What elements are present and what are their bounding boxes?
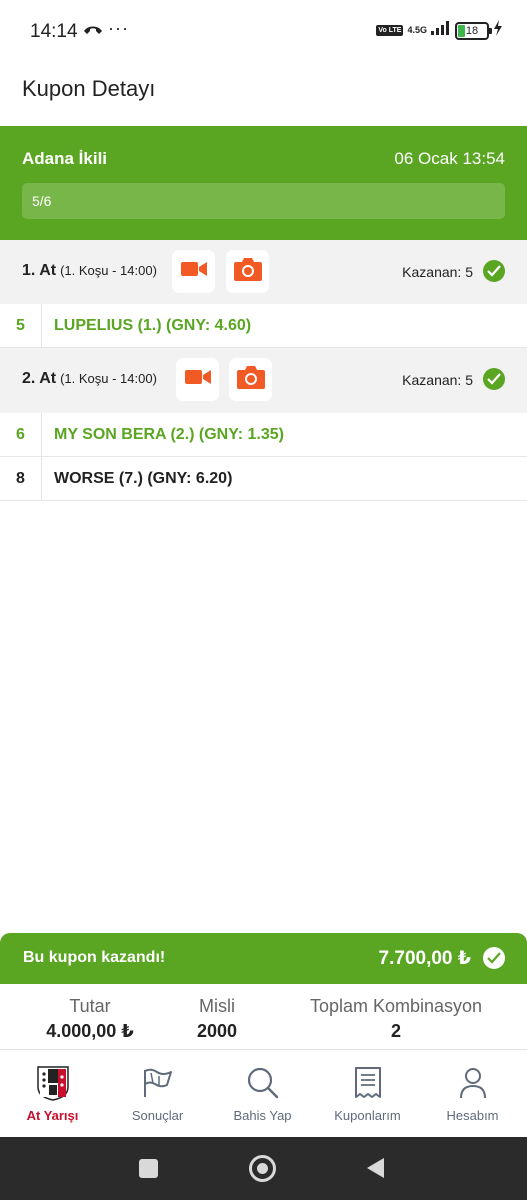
- horse-number: 6: [0, 413, 42, 456]
- leg-header: 2. At (1. Koşu - 14:00) Kazanan: 5: [0, 348, 527, 414]
- stat-label: Tutar: [69, 996, 111, 1016]
- network-type: 4.5G: [407, 25, 427, 35]
- leg-title: 2. At (1. Koşu - 14:00): [22, 370, 157, 388]
- recent-apps-button[interactable]: [139, 1159, 158, 1178]
- photo-finish-button[interactable]: [229, 358, 272, 401]
- nav-label: At Yarışı: [26, 1108, 79, 1123]
- nav-item-at-yarisi[interactable]: At Yarışı: [0, 1051, 105, 1137]
- photo-finish-button[interactable]: [226, 250, 269, 293]
- flag-icon: [140, 1065, 176, 1101]
- coupon-name: Adana İkili: [22, 149, 108, 168]
- battery-icon: 18: [455, 21, 492, 40]
- leg-race-info: (1. Koşu - 14:00): [60, 263, 157, 278]
- call-icon: [82, 22, 104, 41]
- video-button[interactable]: [172, 250, 215, 293]
- horse-name: LUPELIUS (1.) (GNY: 4.60): [54, 317, 252, 334]
- status-indicators: Vo LTE 4.5G 18: [376, 20, 503, 41]
- nav-item-sonuclar[interactable]: Sonuçlar: [105, 1051, 210, 1137]
- winning-amount: 7.700,00 ₺: [378, 948, 471, 969]
- nav-item-hesabim[interactable]: Hesabım: [420, 1051, 525, 1137]
- stat-value: 2: [390, 1021, 401, 1041]
- leg-winner-text: Kazanan: 5: [402, 372, 473, 388]
- bottom-navigation: At Yarışı Sonuçlar Bahis Yap Kuponlarım …: [0, 1051, 527, 1137]
- battery-level: 18: [465, 24, 479, 37]
- stat-value: 2000: [196, 1021, 238, 1041]
- stat-amount: Tutar 4.000,00 ₺: [20, 996, 160, 1042]
- status-time: 14:14: [30, 21, 78, 42]
- nav-label: Hesabım: [446, 1108, 499, 1123]
- volte-icon: Vo LTE: [376, 25, 404, 36]
- coupon-won-label: Bu kupon kazandı!: [23, 949, 166, 966]
- coupon-detail-screen: 14:14 ··· Vo LTE 4.5G 18 Kupon Detayı Ad…: [0, 0, 527, 1200]
- stat-multiplier: Misli 2000: [167, 996, 267, 1042]
- stat-combinations: Toplam Kombinasyon 2: [291, 996, 501, 1042]
- leg-won-check-icon: [483, 260, 505, 282]
- horse-name: MY SON BERA (2.) (GNY: 1.35): [54, 426, 284, 443]
- charging-icon: [493, 20, 503, 41]
- nav-label: Bahis Yap: [233, 1108, 292, 1123]
- leg-title: 1. At (1. Koşu - 14:00): [22, 262, 157, 280]
- camera-icon: [233, 256, 263, 287]
- video-button[interactable]: [176, 358, 219, 401]
- stat-label: Toplam Kombinasyon: [309, 996, 483, 1016]
- status-bar: 14:14 ··· Vo LTE 4.5G 18: [0, 0, 527, 62]
- leg-won-check-icon: [483, 368, 505, 390]
- horse-row: 6 MY SON BERA (2.) (GNY: 1.35): [0, 413, 527, 457]
- stat-value: 4.000,00 ₺: [46, 1021, 134, 1041]
- coupon-progress-text: 5/6: [32, 193, 52, 209]
- user-icon: [455, 1065, 491, 1101]
- leg-header: 1. At (1. Koşu - 14:00) Kazanan: 5: [0, 240, 527, 306]
- coupon-stats: Tutar 4.000,00 ₺ Misli 2000 Toplam Kombi…: [0, 984, 527, 1050]
- coupon-won-banner: Bu kupon kazandı! 7.700,00 ₺: [0, 933, 527, 984]
- horse-name: WORSE (7.) (GNY: 6.20): [54, 470, 233, 487]
- horse-row: 8 WORSE (7.) (GNY: 6.20): [0, 457, 527, 501]
- nav-label: Kuponlarım: [334, 1108, 401, 1123]
- home-button[interactable]: [249, 1155, 276, 1182]
- coupon-progress-bar: 5/6: [22, 183, 505, 219]
- coupon-date: 06 Ocak 13:54: [394, 149, 505, 168]
- video-camera-icon: [184, 368, 211, 391]
- won-check-icon: [483, 947, 505, 969]
- video-camera-icon: [180, 260, 207, 283]
- horse-number: 8: [0, 457, 42, 500]
- nav-item-kuponlarim[interactable]: Kuponlarım: [315, 1051, 420, 1137]
- receipt-icon: [350, 1065, 386, 1101]
- coupon-header: Adana İkili 06 Ocak 13:54 5/6: [0, 126, 527, 240]
- leg-race-info: (1. Koşu - 14:00): [60, 371, 157, 386]
- leg-winner-text: Kazanan: 5: [402, 264, 473, 280]
- leg-number: 2. At: [22, 370, 57, 387]
- nav-item-bahis-yap[interactable]: Bahis Yap: [210, 1051, 315, 1137]
- camera-icon: [236, 364, 266, 395]
- search-icon: [245, 1065, 281, 1101]
- horse-number: 5: [0, 304, 42, 347]
- back-button[interactable]: [367, 1158, 384, 1178]
- leg-number: 1. At: [22, 262, 57, 279]
- horse-racing-logo-icon: [35, 1065, 71, 1101]
- more-notifications-icon: ···: [108, 18, 129, 38]
- system-navigation-bar: [0, 1137, 527, 1200]
- nav-label: Sonuçlar: [131, 1108, 184, 1123]
- page-title: Kupon Detayı: [22, 76, 156, 101]
- horse-row: 5 LUPELIUS (1.) (GNY: 4.60): [0, 304, 527, 348]
- stat-label: Misli: [199, 996, 235, 1016]
- signal-icon: [431, 21, 451, 40]
